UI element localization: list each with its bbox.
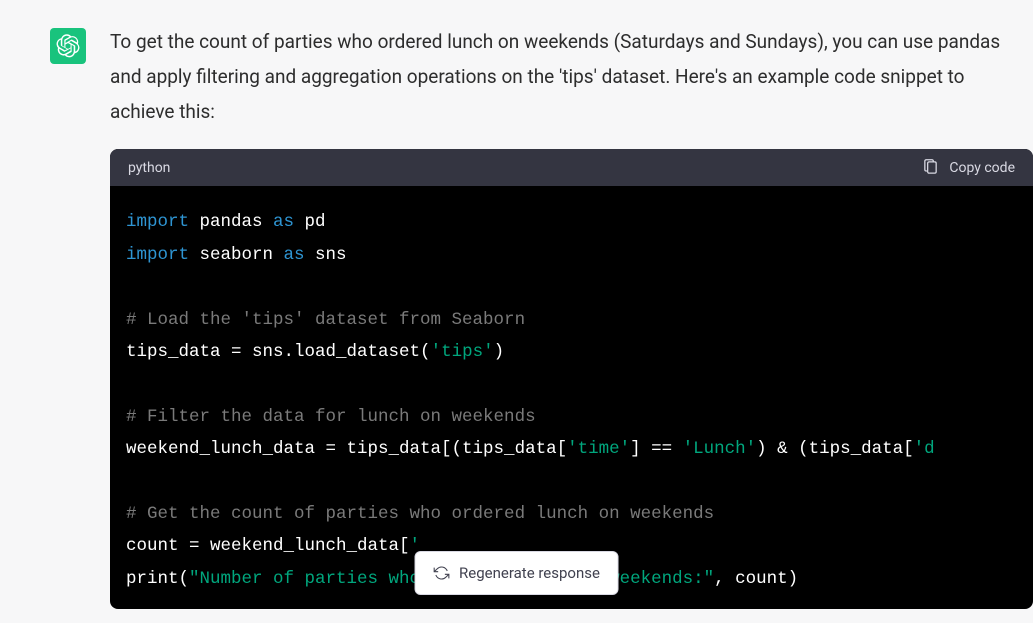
assistant-avatar [50,28,86,64]
refresh-icon [433,565,449,581]
prose-text: To get the count of parties who ordered … [110,24,1033,141]
chatgpt-logo-icon [56,34,80,58]
copy-code-button[interactable]: Copy code [922,159,1015,176]
copy-code-label: Copy code [949,160,1015,176]
code-header: python Copy code [110,149,1033,186]
clipboard-icon [922,159,939,176]
code-language-label: python [128,160,170,176]
assistant-message: To get the count of parties who ordered … [0,0,1033,609]
regenerate-response-button[interactable]: Regenerate response [414,551,619,595]
regenerate-label: Regenerate response [459,564,600,582]
code-content[interactable]: import pandas as pd import seaborn as sn… [110,186,1033,609]
message-body: To get the count of parties who ordered … [110,24,1033,609]
code-block: python Copy code import pandas as pd imp… [110,149,1033,609]
